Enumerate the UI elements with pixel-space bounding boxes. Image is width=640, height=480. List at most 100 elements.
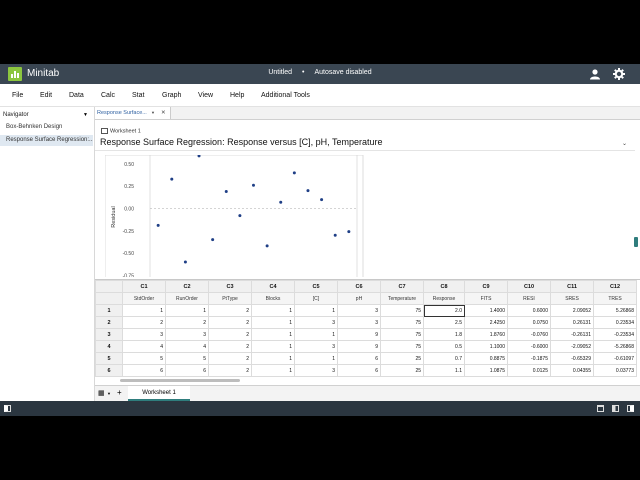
menu-graph[interactable]: Graph	[162, 92, 181, 99]
grid-cell[interactable]: -0.0760	[507, 328, 551, 341]
grid-cell[interactable]: 6	[337, 364, 381, 377]
grid-cell[interactable]: 5	[165, 352, 209, 365]
grid-cell[interactable]: 0.03773	[593, 364, 637, 377]
grid-cell[interactable]: 1.4000	[464, 304, 508, 317]
grid-cell[interactable]: 1	[294, 352, 338, 365]
grid-cell[interactable]: 3	[165, 328, 209, 341]
data-point[interactable]	[292, 171, 296, 175]
grid-cell[interactable]: 6	[337, 352, 381, 365]
data-point[interactable]	[333, 233, 337, 237]
tab-worksheet-1[interactable]: Worksheet 1	[128, 386, 190, 401]
grid-cell[interactable]: 0.7	[423, 352, 465, 365]
grid-cell[interactable]: 0.5	[423, 340, 465, 353]
row-header[interactable]: 2	[95, 316, 123, 329]
grid-cell[interactable]: 3	[294, 364, 338, 377]
grid-cell[interactable]: 3	[294, 340, 338, 353]
column-header[interactable]: C5	[294, 280, 338, 293]
grid-cell[interactable]: 2	[208, 316, 252, 329]
data-point[interactable]	[183, 260, 187, 264]
grid-cell[interactable]: 2	[165, 316, 209, 329]
data-point[interactable]	[279, 200, 283, 204]
worksheet-horizontal-scrollbar[interactable]	[120, 379, 240, 382]
grid-cell[interactable]: 75	[380, 328, 424, 341]
grid-cell[interactable]: 1	[122, 304, 166, 317]
navigator-item-box-behnken[interactable]: Box-Behnken Design	[0, 122, 93, 133]
grid-cell[interactable]: 2	[208, 364, 252, 377]
output-scrollbar[interactable]	[634, 122, 638, 277]
grid-cell[interactable]: 3	[337, 316, 381, 329]
grid-cell[interactable]: 1	[251, 316, 295, 329]
column-name[interactable]: FITS	[464, 292, 508, 305]
row-header[interactable]: 5	[95, 352, 123, 365]
grid-cell[interactable]: -2.09052	[550, 340, 594, 353]
grid-cell[interactable]: 75	[380, 340, 424, 353]
grid-cell[interactable]: 2.09052	[550, 304, 594, 317]
menu-calc[interactable]: Calc	[101, 92, 115, 99]
grid-cell[interactable]: 1	[294, 328, 338, 341]
add-sheet-button[interactable]: +	[117, 388, 122, 397]
menu-data[interactable]: Data	[69, 92, 84, 99]
data-point[interactable]	[320, 198, 324, 202]
column-name[interactable]: RunOrder	[165, 292, 209, 305]
grid-cell[interactable]: 0.0125	[507, 364, 551, 377]
menu-stat[interactable]: Stat	[132, 92, 144, 99]
grid-cell[interactable]: 6	[165, 364, 209, 377]
grid-cell[interactable]: 1	[294, 304, 338, 317]
grid-cell[interactable]: 1	[165, 304, 209, 317]
grid-cell[interactable]: 2	[208, 328, 252, 341]
grid-cell[interactable]: -0.1875	[507, 352, 551, 365]
navigator-menu-icon[interactable]: ▼	[83, 112, 88, 118]
grid-cell[interactable]: -0.61097	[593, 352, 637, 365]
grid-cell[interactable]: 1	[251, 304, 295, 317]
grid-cell[interactable]: 0.8875	[464, 352, 508, 365]
grid-cell[interactable]: 3	[294, 316, 338, 329]
sheet-list-icon[interactable]: ▦	[98, 389, 105, 397]
row-header[interactable]: 3	[95, 328, 123, 341]
grid-cell[interactable]: 25	[380, 352, 424, 365]
column-name[interactable]: Response	[423, 292, 465, 305]
column-header[interactable]: C8	[423, 280, 465, 293]
data-point[interactable]	[156, 223, 160, 227]
data-point[interactable]	[238, 214, 242, 218]
data-point[interactable]	[265, 244, 269, 248]
grid-cell[interactable]: 0.26131	[550, 316, 594, 329]
grid-cell[interactable]: 1	[251, 328, 295, 341]
residual-plot[interactable]: Residual 0.50 0.25 0.00 -0.25 -0.50 -0.75	[105, 155, 365, 277]
sheet-list-caret-icon[interactable]: ▼	[107, 391, 111, 396]
grid-cell[interactable]: -0.65329	[550, 352, 594, 365]
menu-edit[interactable]: Edit	[40, 92, 52, 99]
column-name[interactable]: StdOrder	[122, 292, 166, 305]
tab-response-surface[interactable]: Response Surface... ▼ ✕	[95, 107, 171, 119]
grid-cell[interactable]: 3	[337, 304, 381, 317]
column-name[interactable]: Temperature	[380, 292, 424, 305]
worksheet-view-icon[interactable]	[597, 405, 604, 412]
grid-cell[interactable]: 1	[251, 340, 295, 353]
gear-icon[interactable]	[612, 67, 626, 81]
grid-cell[interactable]: 9	[337, 328, 381, 341]
close-icon[interactable]: ✕	[161, 107, 166, 119]
column-header[interactable]: C3	[208, 280, 252, 293]
column-name[interactable]: TRES	[593, 292, 637, 305]
grid-cell[interactable]: 1.8	[423, 328, 465, 341]
grid-cell[interactable]: 4	[122, 340, 166, 353]
grid-cell[interactable]: 0.04355	[550, 364, 594, 377]
toggle-panel-icon[interactable]	[4, 405, 11, 412]
column-header[interactable]: C11	[550, 280, 594, 293]
grid-cell[interactable]: 5.26868	[593, 304, 637, 317]
grid-cell[interactable]: -0.26131	[550, 328, 594, 341]
grid-cell[interactable]: 1.1000	[464, 340, 508, 353]
column-name[interactable]: PtType	[208, 292, 252, 305]
grid-cell[interactable]: 4	[165, 340, 209, 353]
grid-cell[interactable]: 0.6000	[507, 304, 551, 317]
menu-additional-tools[interactable]: Additional Tools	[261, 92, 310, 99]
column-header[interactable]: C7	[380, 280, 424, 293]
grid-cell[interactable]: 1.1	[423, 364, 465, 377]
grid-cell[interactable]: 2.4250	[464, 316, 508, 329]
grid-cell[interactable]: 9	[337, 340, 381, 353]
grid-cell[interactable]: -0.23534	[593, 328, 637, 341]
grid-cell[interactable]: 2	[208, 340, 252, 353]
grid-cell[interactable]: 1.0875	[464, 364, 508, 377]
data-point[interactable]	[306, 189, 310, 193]
row-header[interactable]: 1	[95, 304, 123, 317]
menu-view[interactable]: View	[198, 92, 213, 99]
